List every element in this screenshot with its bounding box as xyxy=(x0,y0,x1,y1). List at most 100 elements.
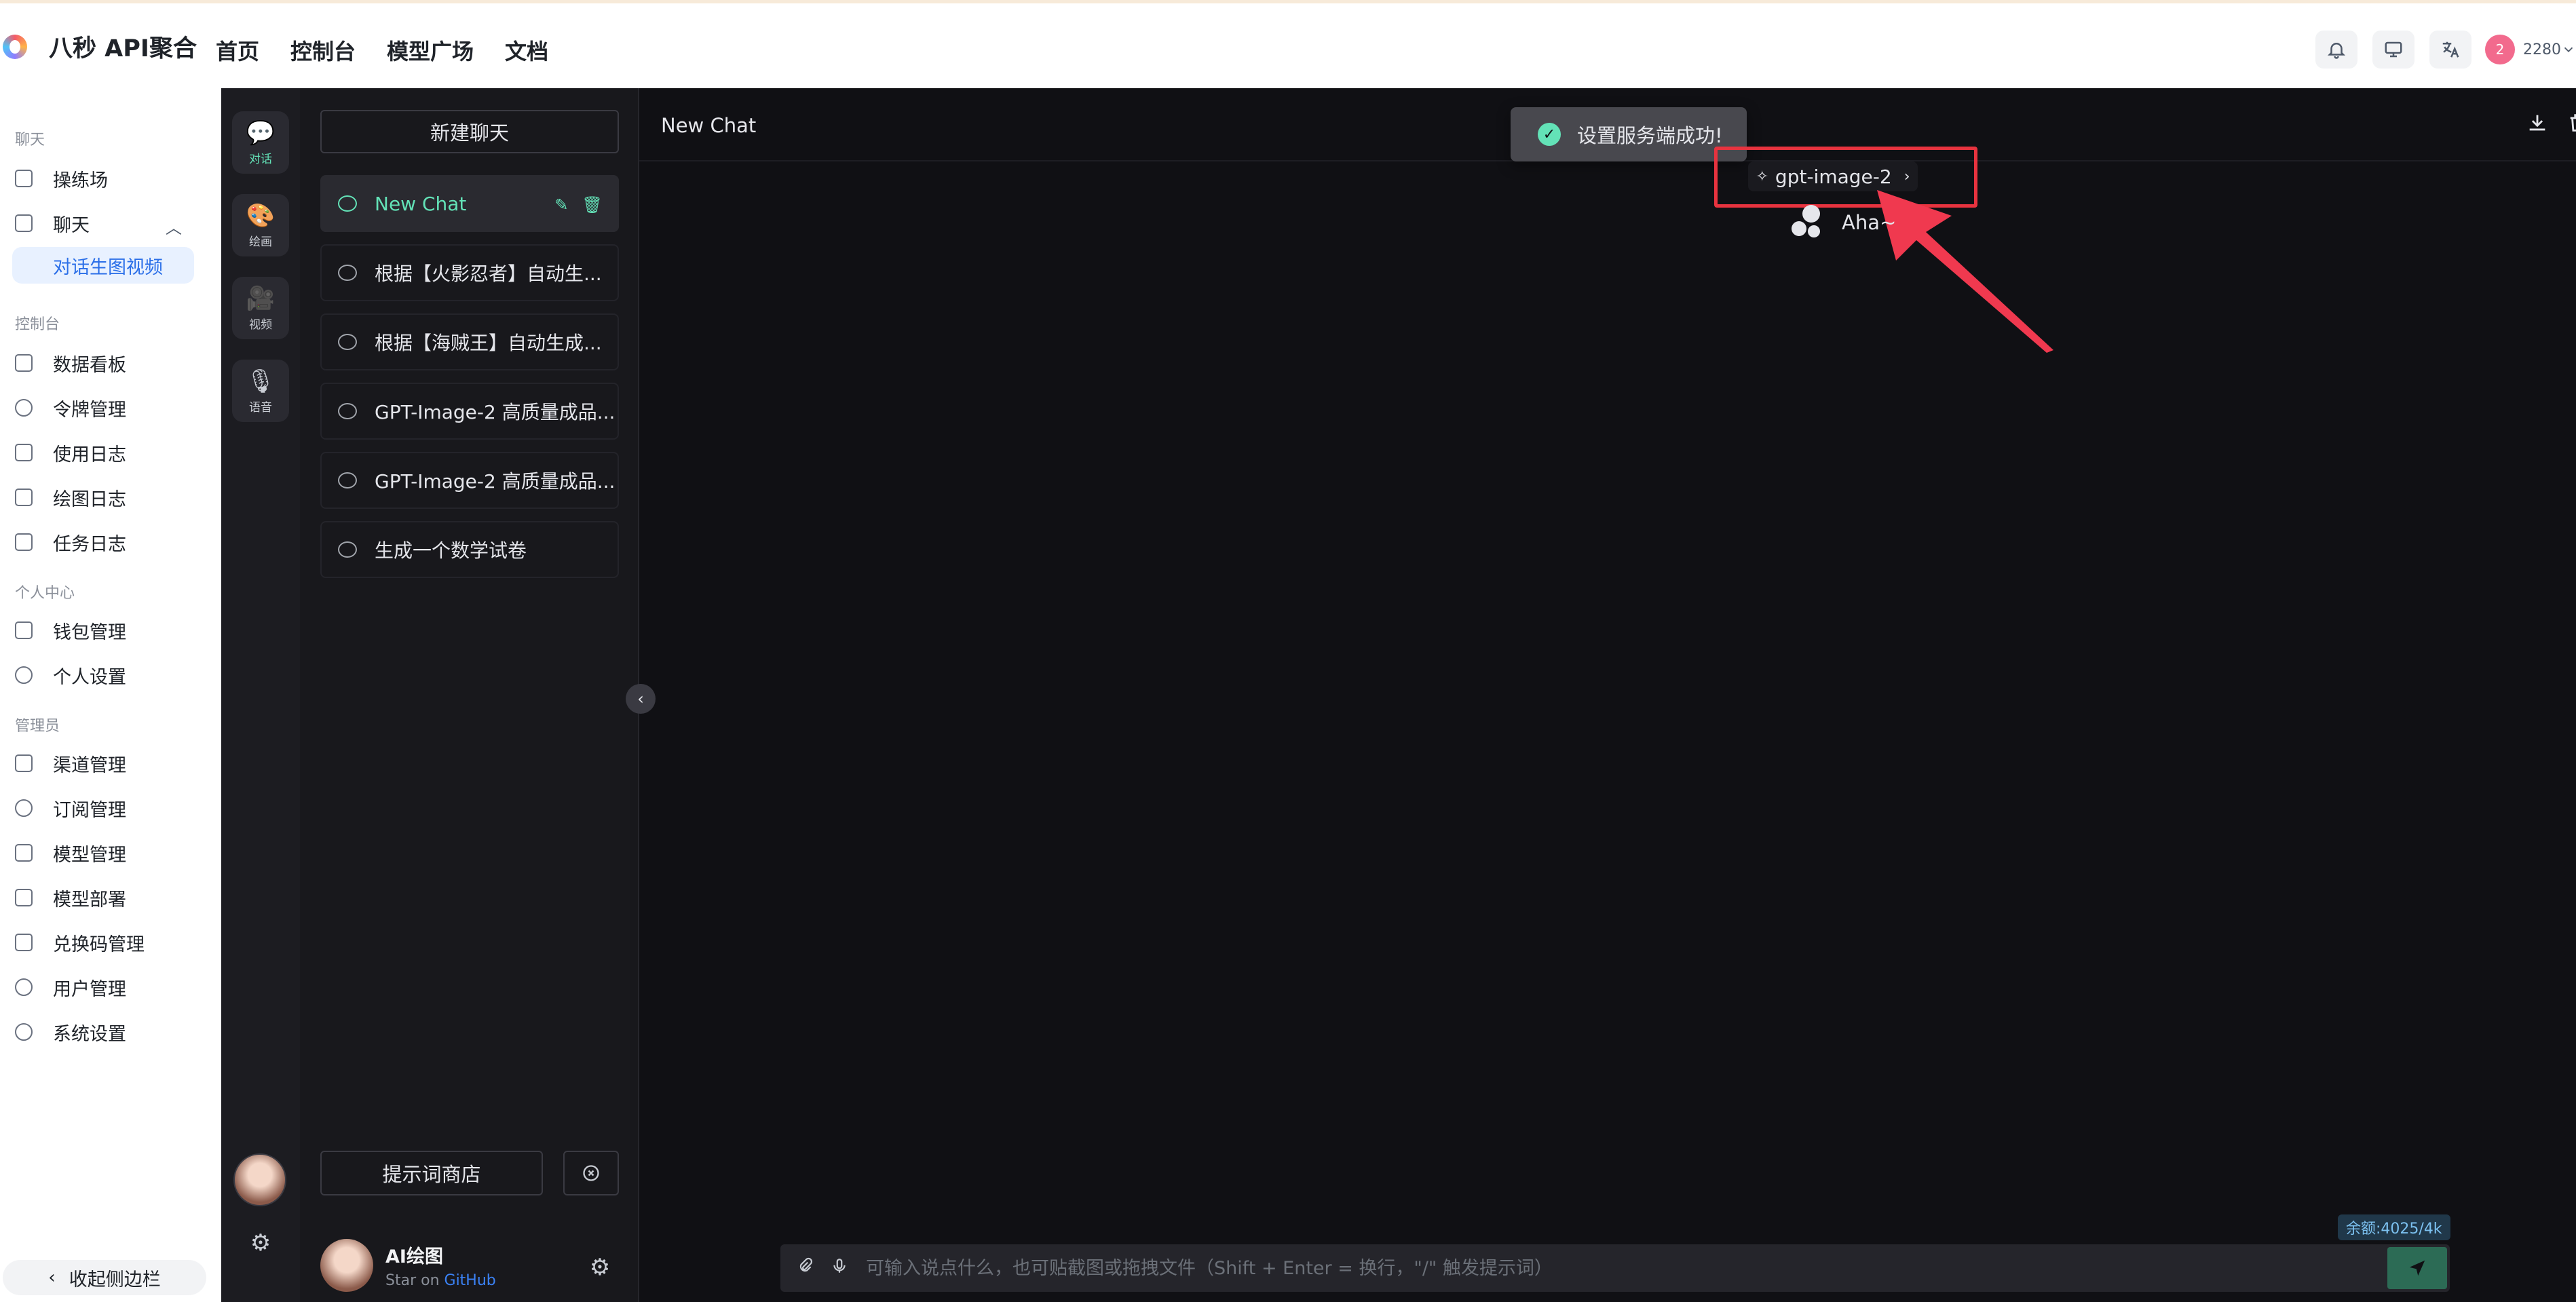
sidebar-item-users[interactable]: 用户管理 xyxy=(15,969,209,1006)
sidebar-item-label: 钱包管理 xyxy=(53,621,126,643)
nav-group-console: 控制台 xyxy=(15,316,60,333)
brand-name: 八秒 API聚合 xyxy=(49,35,197,62)
sidebar-item-label: 兑换码管理 xyxy=(53,934,145,955)
translate-icon[interactable] xyxy=(2429,31,2471,69)
paperclip-icon[interactable] xyxy=(797,1257,814,1279)
sidebar-item-chat[interactable]: 聊天 ︿ xyxy=(15,205,209,242)
avatar: 2 xyxy=(2485,35,2515,64)
collapse-panel-button[interactable]: ‹ xyxy=(626,684,656,714)
image-icon xyxy=(15,489,33,506)
grid-icon xyxy=(15,354,33,372)
gear-icon[interactable]: ⚙ xyxy=(585,1252,615,1282)
bell-icon[interactable] xyxy=(2315,31,2357,69)
top-nav-model-market[interactable]: 模型广场 xyxy=(387,35,474,66)
nav-group-admin: 管理员 xyxy=(15,718,60,735)
sidebar-item-chat-image-video[interactable]: 对话生图视频 xyxy=(12,247,194,284)
conversation-item[interactable]: 生成一个数学试卷 xyxy=(320,521,619,578)
token-usage-badge: 余额:4025/4k xyxy=(2338,1214,2450,1240)
conversation-title: GPT-Image-2 高质量成品... xyxy=(375,470,615,493)
conversation-item[interactable]: New Chat ✎ 🗑 xyxy=(320,175,619,232)
sidebar-item-wallet[interactable]: 钱包管理 xyxy=(15,612,209,649)
bar-chart-icon xyxy=(15,444,33,461)
conversation-item[interactable]: GPT-Image-2 高质量成品... xyxy=(320,383,619,440)
conversation-title: GPT-Image-2 高质量成品... xyxy=(375,401,615,423)
microphone-icon[interactable] xyxy=(831,1257,848,1279)
panel-user-text: AI绘图 Star on GitHub xyxy=(385,1242,496,1289)
sidebar-item-label: 渠道管理 xyxy=(53,754,126,776)
rail-video-button[interactable]: 🎥 视频 xyxy=(232,277,289,339)
sidebar-item-models[interactable]: 模型管理 xyxy=(15,835,209,871)
sidebar-item-label: 数据看板 xyxy=(53,354,126,376)
playground-icon xyxy=(15,170,33,187)
top-nav-docs[interactable]: 文档 xyxy=(505,35,548,66)
sidebar-item-profile[interactable]: 个人设置 xyxy=(15,657,209,693)
edit-icon[interactable]: ✎ xyxy=(554,195,568,214)
chat-app: 💬 对话 🎨 绘画 🎥 视频 🎙 语音 ⚙ 新建聊天 New Chat ✎ 🗑 xyxy=(221,88,2576,1302)
brand[interactable]: 八秒 API聚合 xyxy=(3,29,197,64)
chevron-down-icon xyxy=(2564,47,2573,53)
user-menu[interactable]: 2 2280 xyxy=(2485,31,2576,69)
conversation-item[interactable]: 根据【海贼王】自动生成... xyxy=(320,313,619,370)
sidebar-item-label: 系统设置 xyxy=(53,1023,126,1045)
gift-icon xyxy=(15,934,33,951)
sidebar-item-usage-log[interactable]: 使用日志 xyxy=(15,434,209,471)
chat-bubble-icon xyxy=(338,403,357,419)
trash-icon[interactable] xyxy=(2566,111,2576,140)
sidebar-item-label: 模型管理 xyxy=(53,844,126,866)
top-header: 八秒 API聚合 首页 控制台 模型广场 文档 2 2280 xyxy=(0,0,2576,88)
rail-chat-button[interactable]: 💬 对话 xyxy=(232,111,289,174)
brand-logo xyxy=(3,34,27,59)
sidebar-item-label: 使用日志 xyxy=(53,444,126,465)
chat-bubble-icon xyxy=(338,472,357,489)
top-nav-console[interactable]: 控制台 xyxy=(290,35,356,66)
send-button[interactable] xyxy=(2387,1247,2447,1289)
conversation-actions: ✎ 🗑 xyxy=(554,195,603,214)
avatar[interactable] xyxy=(320,1239,373,1292)
sidebar-item-subscriptions[interactable]: 订阅管理 xyxy=(15,790,209,826)
sidebar-item-label: 用户管理 xyxy=(53,978,126,1000)
conversation-item[interactable]: GPT-Image-2 高质量成品... xyxy=(320,452,619,509)
nav-group-personal: 个人中心 xyxy=(15,585,75,602)
download-icon[interactable] xyxy=(2526,111,2549,140)
rail-draw-button[interactable]: 🎨 绘画 xyxy=(232,194,289,256)
sidebar-item-deploy[interactable]: 模型部署 xyxy=(15,879,209,916)
github-link[interactable]: GitHub xyxy=(444,1272,496,1289)
assistant-message: Aha~ xyxy=(1789,205,1896,240)
server-icon xyxy=(15,889,33,906)
trash-icon[interactable]: 🗑 xyxy=(582,195,603,214)
sidebar-item-draw-log[interactable]: 绘图日志 xyxy=(15,479,209,516)
gear-icon[interactable]: ⚙ xyxy=(246,1228,276,1258)
sidebar-item-dashboard[interactable]: 数据看板 xyxy=(15,345,209,381)
layers-icon xyxy=(15,754,33,772)
chat-icon xyxy=(15,214,33,232)
sidebar-item-task-log[interactable]: 任务日志 xyxy=(15,524,209,560)
sidebar-item-label: 聊天 xyxy=(53,214,90,236)
clear-button[interactable] xyxy=(563,1151,619,1195)
rail-voice-button[interactable]: 🎙 语音 xyxy=(232,360,289,422)
sidebar-item-tokens[interactable]: 令牌管理 xyxy=(15,389,209,426)
send-icon xyxy=(2409,1260,2425,1276)
sidebar-item-channels[interactable]: 渠道管理 xyxy=(15,745,209,782)
collapse-sidebar-button[interactable]: ‹ 收起侧边栏 xyxy=(3,1260,206,1295)
monitor-icon[interactable] xyxy=(2372,31,2414,69)
cube-icon xyxy=(15,844,33,862)
new-chat-button[interactable]: 新建聊天 xyxy=(320,110,619,153)
conversation-item[interactable]: 根据【火影忍者】自动生... xyxy=(320,244,619,301)
admin-sidebar: 聊天 操练场 聊天 ︿ 对话生图视频 控制台 数据看板 令牌管理 使用日志 绘图… xyxy=(0,88,221,1302)
assistant-avatar xyxy=(1789,205,1824,240)
avatar[interactable] xyxy=(233,1153,286,1206)
sidebar-item-playground[interactable]: 操练场 xyxy=(15,160,209,197)
panel-user: AI绘图 Star on GitHub xyxy=(320,1239,496,1292)
video-camera-icon: 🎥 xyxy=(246,284,276,312)
conversation-title: New Chat xyxy=(375,192,467,215)
rail-label: 视频 xyxy=(249,318,272,332)
chat-title: New Chat xyxy=(661,114,757,137)
sidebar-item-settings[interactable]: 系统设置 xyxy=(15,1014,209,1050)
sidebar-item-redeem[interactable]: 兑换码管理 xyxy=(15,924,209,961)
chevron-left-icon: ‹ xyxy=(637,689,644,708)
assistant-message-text: Aha~ xyxy=(1842,211,1897,234)
sidebar-item-label: 任务日志 xyxy=(53,533,126,555)
prompt-store-button[interactable]: 提示词商店 xyxy=(320,1151,543,1195)
chat-input[interactable] xyxy=(866,1244,2387,1292)
top-nav-home[interactable]: 首页 xyxy=(216,35,259,66)
